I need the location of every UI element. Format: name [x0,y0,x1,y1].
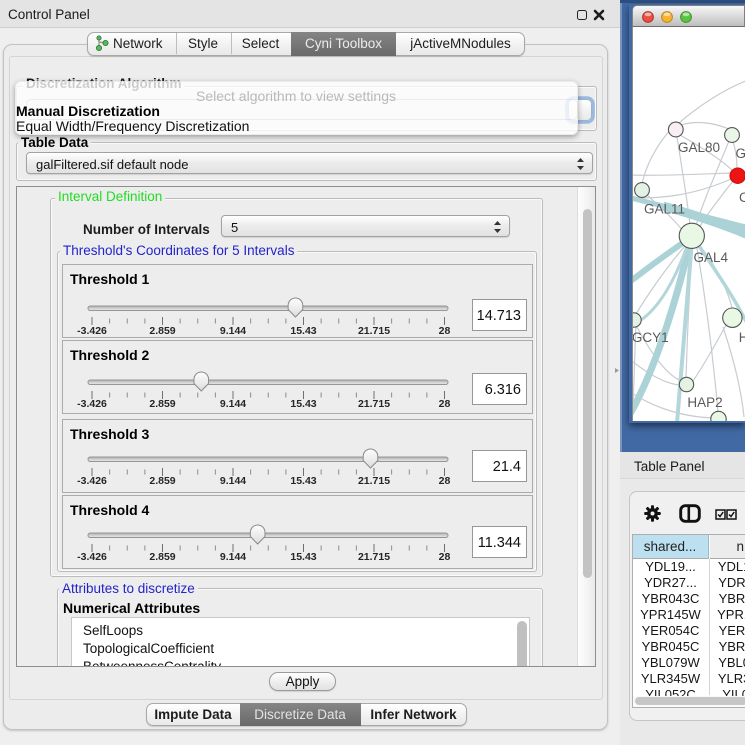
svg-text:GAL80: GAL80 [678,140,720,155]
svg-text:GCY1: GCY1 [633,330,669,345]
svg-text:GA: GA [735,146,745,161]
svg-text:GAL11: GAL11 [644,201,685,216]
svg-text:HAP2: HAP2 [687,395,722,410]
svg-text:C: C [739,190,745,205]
svg-text:H: H [738,330,745,345]
svg-text:GAL4: GAL4 [693,250,728,265]
